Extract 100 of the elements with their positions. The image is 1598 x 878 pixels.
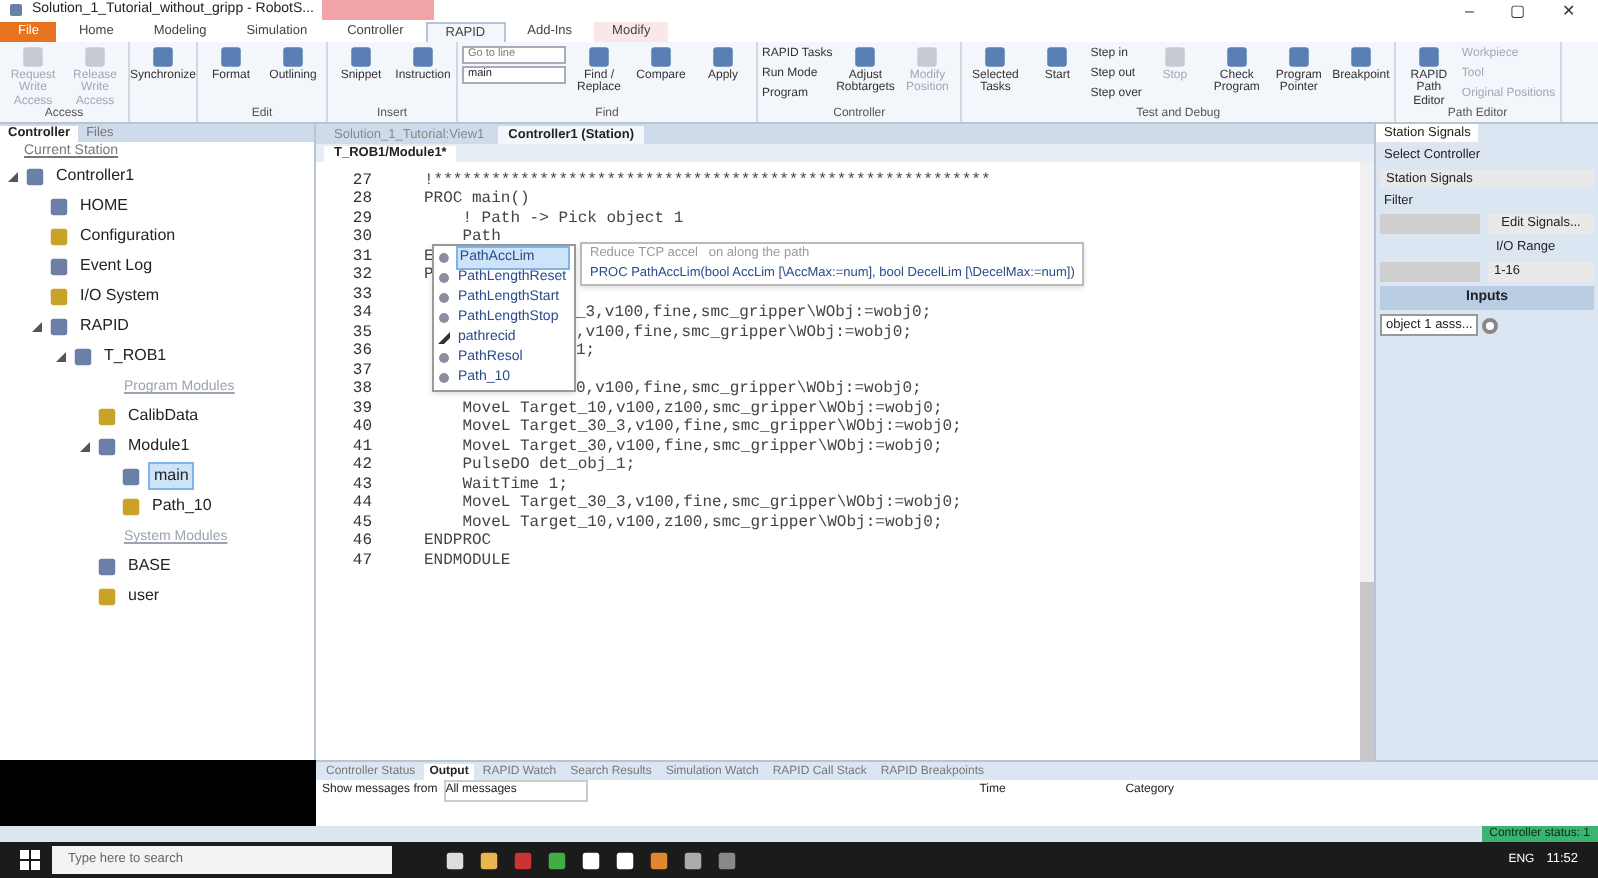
code-editor[interactable] — [316, 161, 1374, 761]
tree-node-icon — [120, 465, 142, 488]
line-number: 32 — [350, 266, 374, 286]
code-line: ENDMODULE — [424, 551, 511, 571]
tree-item[interactable]: Configuration — [76, 224, 180, 249]
scrollbar[interactable] — [1360, 161, 1374, 761]
tree-item[interactable]: user — [124, 584, 164, 609]
ribbon-icon — [586, 43, 612, 70]
tree-item[interactable]: I/O System — [76, 284, 164, 309]
tree-node-icon — [48, 285, 70, 308]
ribbon-icon — [914, 43, 941, 70]
tree-item[interactable]: CalibData — [124, 404, 203, 429]
window-control-button[interactable]: ✕ — [1548, 1, 1590, 19]
tree-node-icon — [24, 165, 46, 188]
line-number: 39 — [350, 399, 374, 419]
tree-item[interactable]: HOME — [76, 194, 132, 219]
tree-item[interactable]: main — [148, 462, 195, 491]
ribbon-icon — [1223, 43, 1250, 70]
code-line: ,v100,fine,smc_gripper\WObj:=wobj0; — [576, 323, 913, 343]
ribbon-icon — [82, 43, 108, 70]
line-number: 29 — [350, 209, 374, 229]
expand-icon[interactable] — [8, 171, 18, 182]
code-line: PulseDO det_obj_1; — [460, 456, 636, 476]
code-line: _3,v100,fine,smc_gripper\WObj:=wobj0; — [576, 304, 932, 324]
line-number: 34 — [350, 304, 374, 324]
line-number: 45 — [350, 513, 374, 533]
taskbar-app-icon — [546, 849, 568, 871]
code-line: MoveL Target_10,v100,z100,smc_gripper\WObj:=wobj0; — [460, 399, 943, 418]
code-line: Path — [460, 228, 501, 248]
line-number: 38 — [350, 380, 374, 400]
ribbon-icon — [1415, 43, 1442, 70]
expand-icon[interactable] — [56, 351, 66, 362]
tree-item[interactable]: T_ROB1 — [100, 344, 171, 369]
code-line: MoveL Target_30,v100,fine,smc_gripper\WObj:=wobj0; — [460, 437, 943, 456]
filter-field[interactable] — [1380, 214, 1480, 235]
tree-node-icon — [96, 585, 118, 608]
ribbon-icon — [982, 43, 1009, 70]
line-number: 36 — [350, 342, 374, 362]
ribbon-icon — [1347, 43, 1374, 70]
ribbon-icon — [150, 43, 176, 70]
windows-start-icon[interactable] — [20, 850, 40, 870]
line-number: 31 — [350, 247, 374, 267]
line-number: 35 — [350, 323, 374, 343]
ribbon-icon — [20, 43, 46, 70]
tree-item[interactable]: Event Log — [76, 254, 157, 279]
ribbon-icon — [410, 43, 436, 70]
code-line: MoveL Target_30_3,v100,fine,smc_gripper\WObj:=wobj0; — [460, 418, 962, 438]
code-line: PROC main() — [424, 190, 530, 210]
taskbar-app-icon — [614, 849, 636, 871]
line-number: 46 — [350, 532, 374, 552]
line-number: 37 — [350, 361, 374, 381]
ribbon-icon — [852, 43, 879, 70]
quick-access-icon — [8, 2, 24, 18]
range-field[interactable] — [1380, 262, 1480, 283]
code-line: MoveL Target_10,v100,z100,smc_gripper\WObj:=wobj0; — [460, 513, 943, 533]
taskbar-app-icon — [716, 849, 738, 871]
ribbon-icon — [648, 43, 674, 70]
line-number: 40 — [350, 418, 374, 438]
code-line: ENDPROC — [424, 532, 492, 552]
tree-node-icon — [48, 255, 70, 278]
line-number: 43 — [350, 475, 374, 495]
tree-item[interactable]: Path_10 — [148, 494, 216, 519]
taskbar-app-icon — [580, 849, 602, 871]
tree-node-icon — [96, 435, 118, 458]
window-control-button[interactable]: – — [1451, 1, 1488, 19]
code-line: !********************************************************** — [424, 171, 991, 190]
tree-node-icon — [48, 315, 70, 338]
tree-item[interactable]: Module1 — [124, 434, 194, 459]
code-line: MoveL Target_30_3,v100,fine,smc_gripper\WObj:=wobj0; — [460, 494, 962, 514]
tree-item[interactable]: BASE — [124, 554, 175, 579]
expand-icon[interactable] — [32, 321, 42, 332]
tree-node-icon — [48, 195, 70, 218]
ribbon-icon — [218, 43, 244, 70]
line-number: 47 — [350, 551, 374, 571]
ribbon-icon — [1285, 43, 1312, 70]
line-number: 27 — [350, 171, 374, 191]
taskbar-app-icon — [512, 849, 534, 871]
line-number: 33 — [350, 285, 374, 305]
taskbar-app-icon — [682, 849, 704, 871]
ribbon-icon — [710, 43, 736, 70]
tree-node-icon — [72, 345, 94, 368]
tree-item[interactable]: RAPID — [76, 314, 133, 339]
code-line: WaitTime 1; — [460, 475, 569, 494]
tree-node-icon — [120, 495, 142, 518]
taskbar-app-icon — [444, 849, 466, 871]
taskbar-app-icon — [478, 849, 500, 871]
taskbar-app-icon — [648, 849, 670, 871]
line-number: 30 — [350, 228, 374, 248]
datatype-icon — [438, 331, 450, 344]
expand-icon[interactable] — [80, 441, 90, 452]
tree-item[interactable]: Controller1 — [52, 164, 139, 189]
window-control-button[interactable]: ▢ — [1496, 1, 1540, 19]
line-number: 28 — [350, 190, 374, 210]
code-line: 0,v100,fine,smc_gripper\WObj:=wobj0; — [576, 380, 922, 400]
line-number: 42 — [350, 456, 374, 476]
ribbon-icon — [280, 43, 306, 70]
signal-toggle[interactable] — [1482, 317, 1499, 334]
tree-node-icon — [96, 405, 118, 428]
ribbon-icon — [1161, 43, 1188, 70]
tree-node-icon — [96, 555, 118, 578]
